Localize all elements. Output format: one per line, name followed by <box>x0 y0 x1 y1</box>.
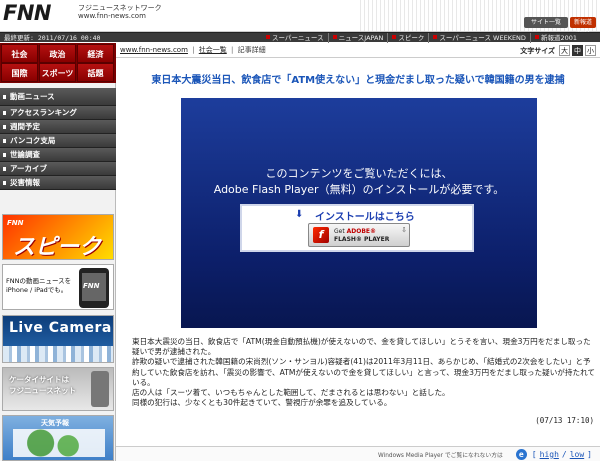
breadcrumb-category[interactable]: 社会一覧 <box>199 46 227 54</box>
city-skyline-icon <box>3 346 113 362</box>
category-international[interactable]: 国際 <box>1 63 38 82</box>
sidebar-item-disaster[interactable]: 災害情報 <box>0 176 116 190</box>
breadcrumb-current: 記事詳細 <box>237 46 266 54</box>
live-camera-banner[interactable]: Live Camera <box>2 315 114 363</box>
bullet-icon <box>3 181 6 185</box>
sidebar-item-bangkok[interactable]: バンコク支局 <box>0 134 116 148</box>
article-paragraph: 店の人は「スーツ着て、いつもちゃんとした範囲して、だまされるとは思わない」と話し… <box>132 388 450 398</box>
fnn-logo[interactable]: FNN <box>3 1 52 25</box>
install-box: ⬇ インストールはこちら f Get ADOBE® FLASH® PLAYER … <box>240 204 474 252</box>
flash-required-message: このコンテンツをご覧いただくには、 <box>265 167 453 180</box>
program-link[interactable]: スーパーニュース <box>262 33 328 43</box>
get-flash-button[interactable]: f Get ADOBE® FLASH® PLAYER ⇩ <box>308 223 410 247</box>
category-sports[interactable]: スポーツ <box>39 63 76 82</box>
square-bullet-icon <box>392 35 397 39</box>
article-headline: 東日本大震災当日、飲食店で「ATM使えない」と現金だまし取った疑いで韓国籍の男を… <box>151 75 565 86</box>
mobile-phone-icon <box>91 371 109 407</box>
program-link[interactable]: ニュースJAPAN <box>327 33 388 43</box>
top-bar: 最終更新: 2011/07/16 00:40 スーパーニュース ニュースJAPA… <box>0 32 600 43</box>
article-paragraph: 同様の犯行は、少なくとも30件起きていて、警視庁が余罪を追及している。 <box>132 398 392 408</box>
breadcrumb-home[interactable]: www.fnn-news.com <box>120 46 188 54</box>
video-player: このコンテンツをご覧いただくには、 Adobe Flash Player（無料）… <box>181 98 537 328</box>
iphone-banner[interactable]: FNNの動画ニュースを iPhone / iPadでも。 FNN <box>2 264 114 310</box>
install-link[interactable]: インストールはこちら <box>315 208 415 223</box>
font-size-switcher: 文字サイズ 大 中 小 <box>520 45 596 56</box>
quality-high-link[interactable]: high <box>540 450 559 459</box>
square-bullet-icon <box>433 35 438 39</box>
weather-banner[interactable]: 天気予報 <box>2 415 114 461</box>
bullet-icon <box>3 95 6 99</box>
flash-required-message-2: Adobe Flash Player（無料）のインストールが必要です。 <box>213 183 505 196</box>
square-bullet-icon <box>534 35 539 39</box>
site-url: www.fnn-news.com <box>78 12 146 20</box>
flash-logo-icon: f <box>313 227 329 243</box>
category-politics[interactable]: 政治 <box>39 44 76 63</box>
program-links: スーパーニュース ニュースJAPAN スピーク スーパーニュース WEEKEND… <box>262 33 581 43</box>
bullet-icon <box>3 139 6 143</box>
sidebar-menu: 動画ニュース アクセスランキング 週間予定 バンコク支局 世論調査 アーカイブ … <box>0 88 116 190</box>
bullet-icon <box>3 153 6 157</box>
player-footer: Windows Media Player でご覧になれない方は e [ high… <box>116 446 600 461</box>
program-link[interactable]: スピーク <box>387 33 428 43</box>
sidebar-item-poll[interactable]: 世論調査 <box>0 148 116 162</box>
font-size-medium-button[interactable]: 中 <box>572 45 583 56</box>
last-updated: 最終更新: 2011/07/16 00:40 <box>4 34 101 42</box>
category-society[interactable]: 社会 <box>1 44 38 63</box>
download-arrow-icon: ⬇ <box>295 209 304 220</box>
bullet-icon <box>3 125 6 129</box>
sidebar-item-video-news[interactable]: 動画ニュース <box>0 88 116 106</box>
phone-icon: FNN <box>79 268 109 308</box>
browser-icon: e <box>515 449 527 460</box>
sidebar-item-weekly[interactable]: 週間予定 <box>0 120 116 134</box>
breadcrumb-bar: www.fnn-news.com | 社会一覧 | 記事詳細 文字サイズ 大 中… <box>116 43 600 58</box>
font-size-small-button[interactable]: 小 <box>585 45 596 56</box>
article-paragraph: 東日本大震災の当日、飲食店で「ATM(現金自動預払機)が使えないので、金を貸して… <box>132 337 591 357</box>
category-economy[interactable]: 経済 <box>77 44 114 63</box>
site-list-button[interactable]: サイト一覧 <box>524 17 568 28</box>
speak-banner[interactable]: FNN スピーク <box>2 214 114 260</box>
font-size-label: 文字サイズ <box>520 46 555 55</box>
mobile-site-banner[interactable]: ケータイサイトは フジニュースネット <box>2 367 114 411</box>
quality-low-link[interactable]: low <box>570 450 584 459</box>
bullet-icon <box>3 111 6 115</box>
weather-map-icon <box>13 429 105 457</box>
category-topics[interactable]: 話題 <box>77 63 114 82</box>
program-link[interactable]: スーパーニュース WEEKEND <box>428 33 530 43</box>
wmp-note: Windows Media Player でご覧になれない方は <box>378 453 503 459</box>
article-timestamp: (07/13 17:10) <box>535 416 594 425</box>
square-bullet-icon <box>266 35 270 39</box>
program-link[interactable]: 新報道2001 <box>529 33 581 43</box>
article-body: 東日本大震災の当日、飲食店で「ATM(現金自動預払機)が使えないので、金を貸して… <box>132 337 596 408</box>
article-paragraph: 詐欺の疑いで逮捕された韓国籍の宋尚烈(ソン・サンヨル)容疑者(41)は2011年… <box>132 357 596 387</box>
sidebar-item-archive[interactable]: アーカイブ <box>0 162 116 176</box>
quality-switcher: e [ high / low ] <box>515 449 592 460</box>
square-bullet-icon <box>332 35 337 39</box>
breadcrumb: www.fnn-news.com | 社会一覧 | 記事詳細 <box>120 46 266 54</box>
program-button[interactable]: 新報道2001 <box>570 17 596 37</box>
download-icon: ⇩ <box>401 226 407 234</box>
sidebar: 社会 政治 経済 国際 スポーツ 話題 動画ニュース アクセスランキング 週間予… <box>0 43 116 461</box>
category-grid: 社会 政治 経済 国際 スポーツ 話題 <box>0 43 116 83</box>
sidebar-item-ranking[interactable]: アクセスランキング <box>0 106 116 120</box>
font-size-large-button[interactable]: 大 <box>559 45 570 56</box>
bullet-icon <box>3 167 6 171</box>
site-header: FNN フジニュースネットワーク www.fnn-news.com サイト一覧 … <box>0 0 600 37</box>
